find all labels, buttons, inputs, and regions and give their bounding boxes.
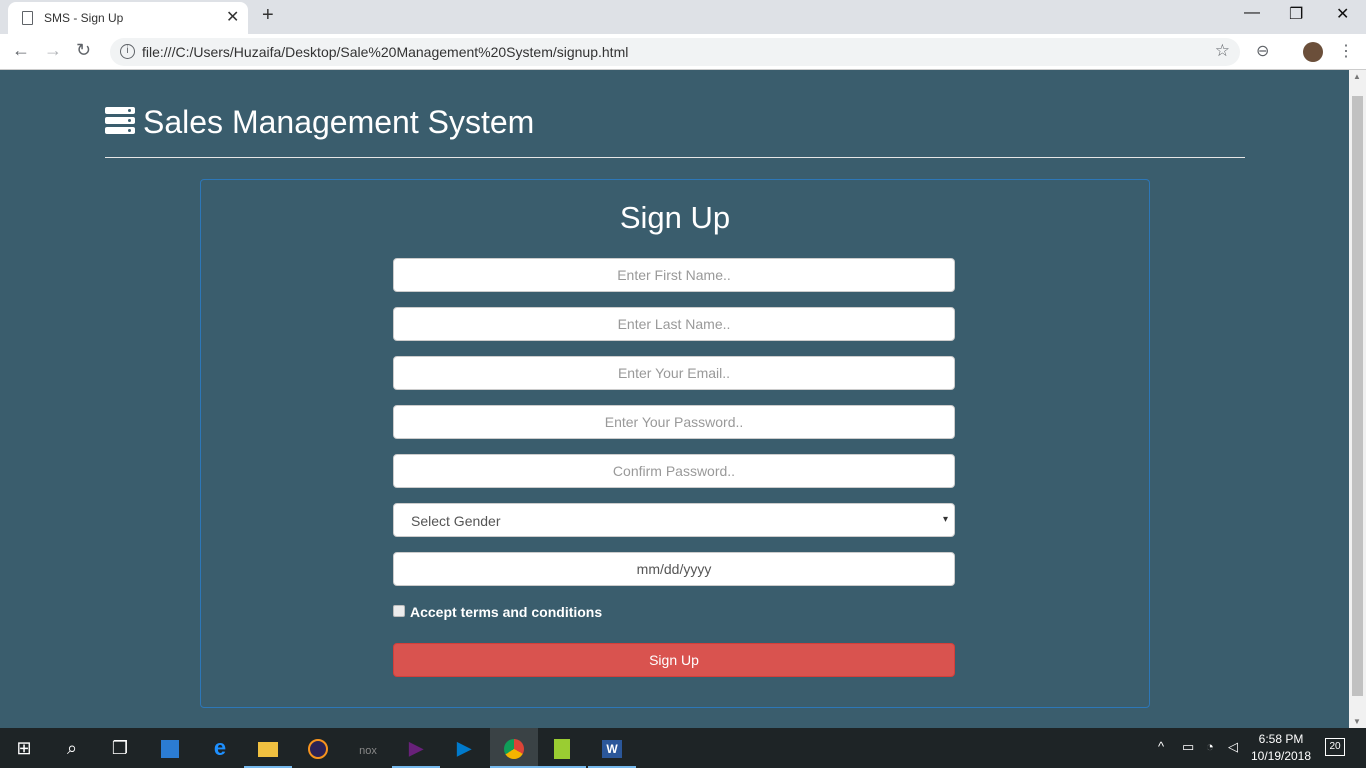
confirm-password-input[interactable]: [393, 454, 955, 488]
gender-select-value: Select Gender: [411, 513, 501, 529]
window-close-button[interactable]: ✕: [1336, 4, 1349, 24]
search-button[interactable]: ⌕: [48, 728, 96, 768]
chevron-down-icon: ▾: [942, 514, 948, 525]
scrollbar-thumb[interactable]: [1352, 96, 1363, 696]
tab-close-icon[interactable]: ✕: [226, 7, 239, 27]
signup-card: Sign Up Select Gender ▾ mm/dd/yyyy Accep…: [200, 179, 1150, 708]
scrollbar[interactable]: ▲ ▼: [1349, 70, 1366, 728]
address-bar[interactable]: i file:///C:/Users/Huzaifa/Desktop/Sale%…: [110, 38, 1240, 66]
edge-icon[interactable]: e: [196, 728, 244, 768]
battery-icon[interactable]: ▭: [1182, 739, 1194, 755]
terms-label[interactable]: Accept terms and conditions: [410, 604, 602, 620]
header-divider: [105, 157, 1245, 158]
brand-header: Sales Management System: [105, 104, 534, 141]
eclipse-icon[interactable]: [294, 728, 342, 768]
notepad-plus-icon[interactable]: [538, 728, 586, 768]
reload-button[interactable]: ↻: [76, 40, 91, 61]
date-of-birth-input[interactable]: mm/dd/yyyy: [393, 552, 955, 586]
minimize-button[interactable]: —: [1244, 4, 1260, 22]
wifi-icon[interactable]: ◔: [1206, 739, 1214, 754]
bookmark-star-icon[interactable]: ☆: [1215, 41, 1230, 61]
terms-checkbox[interactable]: [393, 605, 405, 617]
password-input[interactable]: [393, 405, 955, 439]
system-clock[interactable]: 6:58 PM 10/19/2018: [1248, 731, 1314, 765]
server-icon: [105, 107, 135, 135]
browser-toolbar: ← → ↻ i file:///C:/Users/Huzaifa/Desktop…: [0, 34, 1366, 70]
word-icon[interactable]: W: [588, 728, 636, 768]
new-tab-button[interactable]: +: [262, 4, 274, 27]
email-input[interactable]: [393, 356, 955, 390]
document-icon: [22, 11, 33, 25]
form-title: Sign Up: [619, 200, 731, 235]
brand-title: Sales Management System: [143, 104, 535, 140]
visual-studio-icon[interactable]: ▶: [392, 728, 440, 768]
notifications-icon[interactable]: 20: [1325, 738, 1345, 756]
browser-titlebar: SMS - Sign Up ✕ + — ❐ ✕: [0, 0, 1366, 34]
browser-menu-icon[interactable]: ⋮: [1338, 41, 1354, 61]
tab-title: SMS - Sign Up: [44, 11, 124, 25]
file-explorer-icon[interactable]: [244, 728, 292, 768]
gender-select[interactable]: Select Gender ▾: [393, 503, 955, 537]
url-text[interactable]: file:///C:/Users/Huzaifa/Desktop/Sale%20…: [142, 44, 628, 60]
terms-row: Accept terms and conditions: [393, 604, 602, 620]
clock-time: 6:58 PM: [1258, 732, 1304, 746]
signup-button[interactable]: Sign Up: [393, 643, 955, 677]
task-view-button[interactable]: ❐: [96, 728, 144, 768]
chrome-icon[interactable]: [490, 728, 538, 768]
nox-icon[interactable]: nox: [344, 728, 392, 768]
clock-date: 10/19/2018: [1250, 749, 1312, 763]
site-info-icon[interactable]: i: [120, 44, 135, 59]
zoom-icon[interactable]: ⊖: [1256, 41, 1269, 61]
browser-tab[interactable]: SMS - Sign Up ✕: [8, 2, 248, 34]
volume-icon[interactable]: ◁: [1228, 739, 1238, 755]
forward-button[interactable]: →: [44, 40, 62, 61]
vscode-icon[interactable]: ▶: [440, 728, 488, 768]
windows-taskbar: ⊞ ⌕ ❐ e nox ▶ ▶ W ^ ▭ ◔ ◁ 6:58 PM 10/19/…: [0, 728, 1366, 768]
profile-avatar[interactable]: [1303, 42, 1323, 62]
first-name-input[interactable]: [393, 258, 955, 292]
restore-button[interactable]: ❐: [1289, 4, 1303, 24]
last-name-input[interactable]: [393, 307, 955, 341]
store-icon[interactable]: [146, 728, 194, 768]
tray-chevron-icon[interactable]: ^: [1158, 739, 1164, 754]
start-button[interactable]: ⊞: [0, 728, 48, 768]
scroll-up-icon[interactable]: ▲: [1353, 72, 1361, 81]
back-button[interactable]: ←: [12, 40, 30, 61]
scroll-down-icon[interactable]: ▼: [1353, 717, 1361, 726]
